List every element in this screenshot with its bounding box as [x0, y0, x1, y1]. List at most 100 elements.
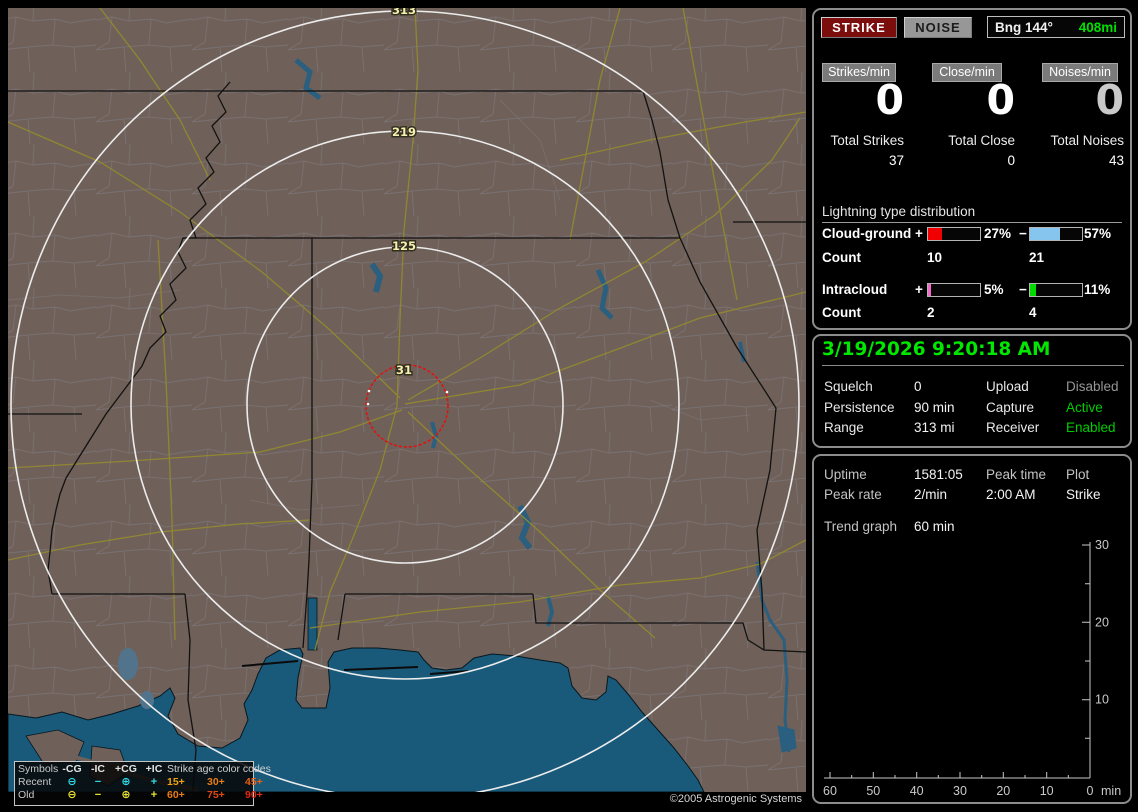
app-window: 313 219 125 31 Symbols -CG -IC +CG +IC S… — [0, 0, 1138, 812]
map-canvas: 313 219 125 31 — [8, 8, 806, 792]
map-display: 313 219 125 31 — [8, 8, 806, 792]
legend-col-pos-ic: +IC — [145, 762, 163, 775]
upload-label: Upload — [986, 379, 1029, 394]
strike-tab[interactable]: STRIKE — [821, 17, 897, 38]
recent-pos-cg-icon: ⊕ — [121, 776, 131, 788]
ic-plus-pct: 5% — [984, 282, 1004, 297]
old-pos-ic-icon: + — [150, 789, 158, 801]
xtick-30: 30 — [953, 784, 967, 798]
cloud-ground-row: Cloud-ground + 27% − 57% — [814, 226, 1134, 242]
counters-panel: STRIKE NOISE Bng 144° 408mi Strikes/min … — [812, 8, 1132, 330]
persistence-label: Persistence — [824, 400, 895, 415]
legend-recent-label: Recent — [18, 776, 52, 788]
xtick-40: 40 — [910, 784, 924, 798]
trend-panel: Uptime 1581:05 Peak time Plot Peak rate … — [812, 454, 1132, 804]
plus-sign: + — [915, 282, 923, 297]
legend-col-pos-cg: +CG — [115, 762, 137, 775]
range-label: Range — [824, 420, 864, 435]
minus-sign: − — [1019, 226, 1027, 241]
noise-tab[interactable]: NOISE — [904, 17, 972, 38]
cloud-ground-count-row: Count 10 21 — [814, 250, 1134, 266]
age-75: 75+ — [207, 789, 225, 801]
trend-axes — [824, 542, 1091, 779]
count-label: Count — [822, 250, 861, 265]
copyright-text: ©2005 Astrogenic Systems — [669, 793, 802, 805]
distribution-title: Lightning type distribution — [822, 204, 1122, 223]
age-15: 15+ — [167, 776, 185, 788]
bearing-distance: 408mi — [1078, 19, 1117, 35]
squelch-row: Squelch 0 Upload Disabled — [814, 379, 1134, 395]
legend-col-neg-cg: -CG — [62, 762, 82, 775]
total-close-value: 0 — [1007, 153, 1015, 168]
age-45: 45+ — [245, 776, 263, 788]
recent-neg-cg-icon: ⊖ — [67, 776, 77, 788]
legend-age-title: Strike age color codes — [167, 762, 271, 775]
map-symbol-legend: Symbols -CG -IC +CG +IC Strike age color… — [14, 761, 271, 806]
ic-minus-count: 4 — [1029, 305, 1037, 320]
cg-minus-bar — [1029, 227, 1083, 241]
ic-minus-bar-fill — [1030, 284, 1036, 296]
total-strikes-value: 37 — [888, 153, 904, 168]
ring-label-31: 31 — [396, 363, 412, 377]
intracloud-count-row: Count 2 4 — [814, 305, 1134, 321]
upload-status: Disabled — [1066, 379, 1119, 394]
plus-sign: + — [915, 226, 923, 241]
xtick-10: 10 — [1040, 784, 1054, 798]
total-noises-value: 43 — [1108, 153, 1124, 168]
capture-status: Active — [1066, 400, 1103, 415]
bearing-readout[interactable]: Bng 144° 408mi — [987, 16, 1125, 38]
trend-graph: 30 20 10 60 50 40 30 20 10 0 min — [823, 538, 1121, 798]
old-pos-cg-icon: ⊕ — [121, 789, 131, 801]
receiver-label: Receiver — [986, 420, 1040, 435]
squelch-value: 0 — [914, 379, 922, 394]
ytick-20: 20 — [1095, 615, 1109, 629]
cg-minus-bar-fill — [1030, 228, 1060, 240]
ring-label-125: 125 — [392, 239, 416, 253]
ic-plus-bar-fill — [928, 284, 931, 296]
ytick-10: 10 — [1095, 693, 1109, 707]
receiver-status: Enabled — [1066, 420, 1116, 435]
cg-minus-count: 21 — [1029, 250, 1045, 265]
intracloud-row: Intracloud + 5% − 11% — [814, 282, 1134, 298]
status-panel: 3/19/2026 9:20:18 AM Squelch 0 Upload Di… — [812, 334, 1132, 448]
age-90: 90+ — [245, 789, 263, 801]
intracloud-label: Intracloud — [822, 282, 888, 297]
age-30: 30+ — [207, 776, 225, 788]
xtick-60: 60 — [823, 784, 837, 798]
cg-plus-bar — [927, 227, 981, 241]
recent-pos-ic-icon: + — [150, 776, 158, 788]
ytick-30: 30 — [1095, 538, 1109, 552]
xtick-0: 0 — [1087, 784, 1094, 798]
total-strikes-label: Total Strikes — [830, 133, 904, 148]
legend-old-label: Old — [18, 789, 35, 801]
range-row: Range 313 mi Receiver Enabled — [814, 420, 1134, 436]
persistence-row: Persistence 90 min Capture Active — [814, 400, 1134, 416]
xtick-50: 50 — [866, 784, 880, 798]
ring-label-313: 313 — [392, 8, 416, 17]
total-close-label: Total Close — [948, 133, 1015, 148]
noises-per-min-value: 0 — [1095, 76, 1124, 124]
ring-label-219: 219 — [392, 125, 416, 139]
x-unit-label: min — [1101, 784, 1121, 798]
cg-plus-bar-fill — [928, 228, 943, 240]
persistence-value: 90 min — [914, 400, 955, 415]
cg-minus-pct: 57% — [1084, 226, 1112, 241]
legend-symbols-label: Symbols — [18, 762, 59, 775]
datetime-display: 3/19/2026 9:20:18 AM — [822, 339, 1124, 366]
ic-plus-count: 2 — [927, 305, 935, 320]
cg-plus-count: 10 — [927, 250, 943, 265]
trend-tick-labels: 30 20 10 60 50 40 30 20 10 0 min — [823, 538, 1121, 798]
strikes-per-min-value: 0 — [875, 76, 904, 124]
xtick-20: 20 — [996, 784, 1010, 798]
recent-neg-ic-icon: − — [94, 776, 102, 788]
old-neg-ic-icon: − — [94, 789, 102, 801]
range-value: 313 mi — [914, 420, 955, 435]
close-per-min-value: 0 — [986, 76, 1015, 124]
legend-col-neg-ic: -IC — [91, 762, 105, 775]
squelch-label: Squelch — [824, 379, 873, 394]
count-label: Count — [822, 305, 861, 320]
ic-minus-pct: 11% — [1084, 282, 1111, 297]
old-neg-cg-icon: ⊖ — [67, 789, 77, 801]
cloud-ground-label: Cloud-ground — [822, 226, 912, 241]
capture-label: Capture — [986, 400, 1035, 415]
